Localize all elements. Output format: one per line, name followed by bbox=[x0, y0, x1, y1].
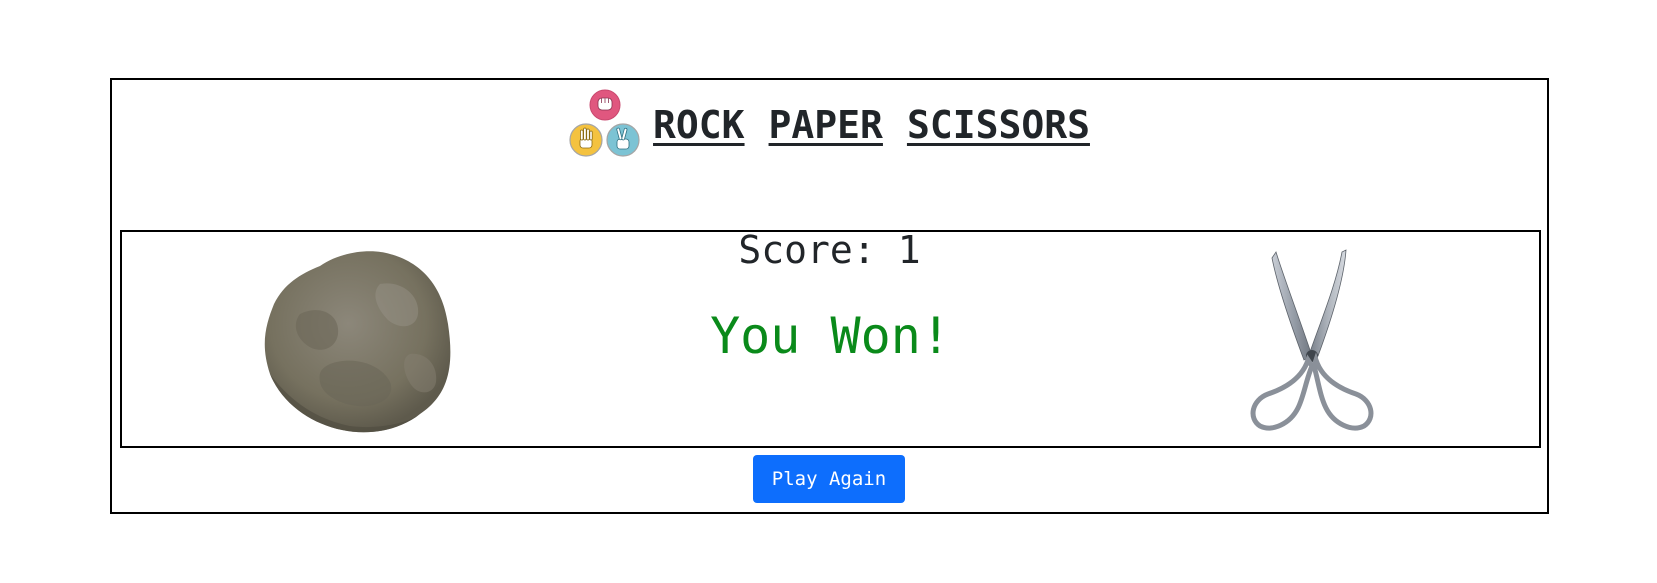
title-word-rock: ROCK bbox=[653, 103, 745, 147]
game-container: ROCK PAPER SCISSORS Score: 1 You Won! Pl… bbox=[110, 78, 1549, 514]
rps-logo-icon bbox=[569, 89, 640, 157]
play-again-button[interactable]: Play Again bbox=[753, 455, 905, 503]
page-title: ROCK PAPER SCISSORS bbox=[653, 103, 1090, 147]
title-word-scissors: SCISSORS bbox=[906, 103, 1090, 147]
result-panel: You Won! bbox=[120, 230, 1541, 448]
header: ROCK PAPER SCISSORS bbox=[112, 88, 1547, 160]
title-word-paper: PAPER bbox=[768, 103, 883, 147]
scissors-icon bbox=[1250, 249, 1374, 431]
